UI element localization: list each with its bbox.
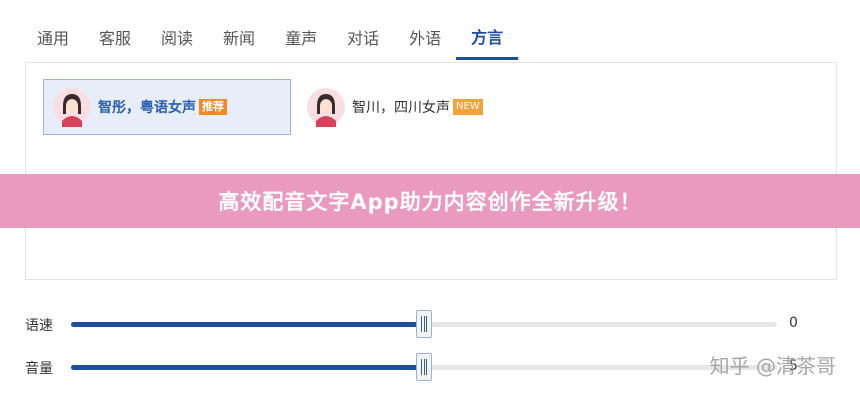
tab-child-voice[interactable]: 童声 — [270, 14, 332, 60]
speed-label: 语速 — [25, 318, 53, 334]
grip-icon — [421, 359, 427, 375]
speed-slider-thumb[interactable] — [416, 310, 432, 338]
banner-text: 高效配音文字App助力内容创作全新升级！ — [218, 190, 642, 214]
new-badge: NEW — [453, 99, 483, 115]
voice-name: 智川，四川女声 — [352, 100, 450, 116]
female-avatar-icon — [307, 88, 345, 127]
tab-customer-service[interactable]: 客服 — [84, 14, 146, 60]
speed-slider-row: 语速 0 — [0, 310, 860, 338]
female-avatar-icon — [53, 88, 91, 127]
voice-card-zhitong[interactable]: 智彤，粤语女声 推荐 — [43, 79, 291, 135]
tab-news[interactable]: 新闻 — [208, 14, 270, 60]
speed-slider-track[interactable] — [71, 310, 777, 338]
grip-icon — [421, 316, 427, 332]
volume-label: 音量 — [25, 361, 53, 377]
promo-banner: 高效配音文字App助力内容创作全新升级！ — [0, 174, 860, 228]
watermark: 知乎 @清茶哥 — [709, 354, 836, 378]
tab-dialogue[interactable]: 对话 — [332, 14, 394, 60]
tab-foreign-language[interactable]: 外语 — [394, 14, 456, 60]
volume-slider-thumb[interactable] — [416, 353, 432, 381]
category-tabs: 通用 客服 阅读 新闻 童声 对话 外语 方言 — [22, 14, 519, 60]
tab-dialect[interactable]: 方言 — [456, 14, 519, 60]
speed-slider-fill — [71, 322, 424, 327]
recommend-badge: 推荐 — [199, 99, 227, 115]
voice-card-zhichuan[interactable]: 智川，四川女声 NEW — [298, 79, 558, 135]
tab-reading[interactable]: 阅读 — [146, 14, 208, 60]
volume-slider-fill — [71, 365, 424, 370]
volume-slider-track[interactable] — [71, 353, 777, 381]
tab-general[interactable]: 通用 — [22, 14, 84, 60]
speed-value: 0 — [789, 315, 798, 331]
voice-list-panel: 智彤，粤语女声 推荐 智川，四川女声 NEW — [25, 62, 837, 280]
voice-name: 智彤，粤语女声 — [98, 100, 196, 116]
